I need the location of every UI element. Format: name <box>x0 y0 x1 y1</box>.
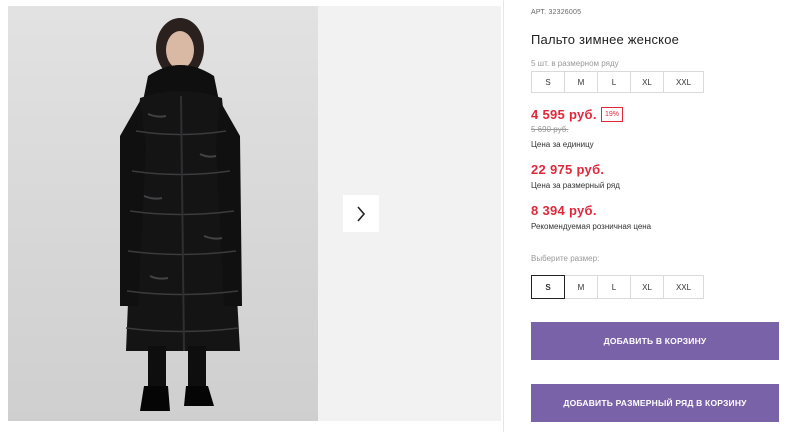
pack-size-l: L <box>597 71 631 93</box>
size-option-m[interactable]: M <box>564 275 598 299</box>
panel-divider <box>503 0 504 432</box>
pack-price-label: Цена за размерный ряд <box>531 181 620 190</box>
article-number: АРТ. 32326005 <box>531 9 581 16</box>
add-to-cart-button[interactable]: Добавить в корзину <box>531 322 779 360</box>
product-photo <box>8 6 318 421</box>
unit-price: 4 595 руб. <box>531 107 597 122</box>
product-page: АРТ. 32326005 Пальто зимнее женское 5 шт… <box>0 0 800 432</box>
add-pack-to-cart-button[interactable]: Добавить размерный ряд в корзину <box>531 384 779 422</box>
size-option-xxl[interactable]: XXL <box>663 275 704 299</box>
gallery-next-button[interactable] <box>343 195 379 232</box>
product-title: Пальто зимнее женское <box>531 32 680 47</box>
pack-size-list: S M L XL XXL <box>531 71 704 93</box>
size-option-s[interactable]: S <box>531 275 565 299</box>
size-option-l[interactable]: L <box>597 275 631 299</box>
pack-size-m: M <box>564 71 598 93</box>
retail-price-label: Рекомендуемая розничная цена <box>531 222 652 231</box>
size-selector: S M L XL XXL <box>531 275 704 299</box>
chevron-right-icon <box>357 205 366 222</box>
pack-size-xl: XL <box>630 71 664 93</box>
pack-price: 22 975 руб. <box>531 162 605 177</box>
discount-badge: 19% <box>601 107 624 122</box>
article-label: АРТ. <box>531 9 547 16</box>
retail-price: 8 394 руб. <box>531 203 597 218</box>
unit-price-label: Цена за единицу <box>531 140 594 149</box>
old-price: 5 690 руб. <box>531 125 569 134</box>
pack-note: 5 шт. в размерном ряду <box>531 59 619 68</box>
pack-size-s: S <box>531 71 565 93</box>
size-select-label: Выберите размер: <box>531 254 600 263</box>
article-value: 32326005 <box>548 9 582 16</box>
size-option-xl[interactable]: XL <box>630 275 664 299</box>
pack-size-xxl: XXL <box>663 71 704 93</box>
